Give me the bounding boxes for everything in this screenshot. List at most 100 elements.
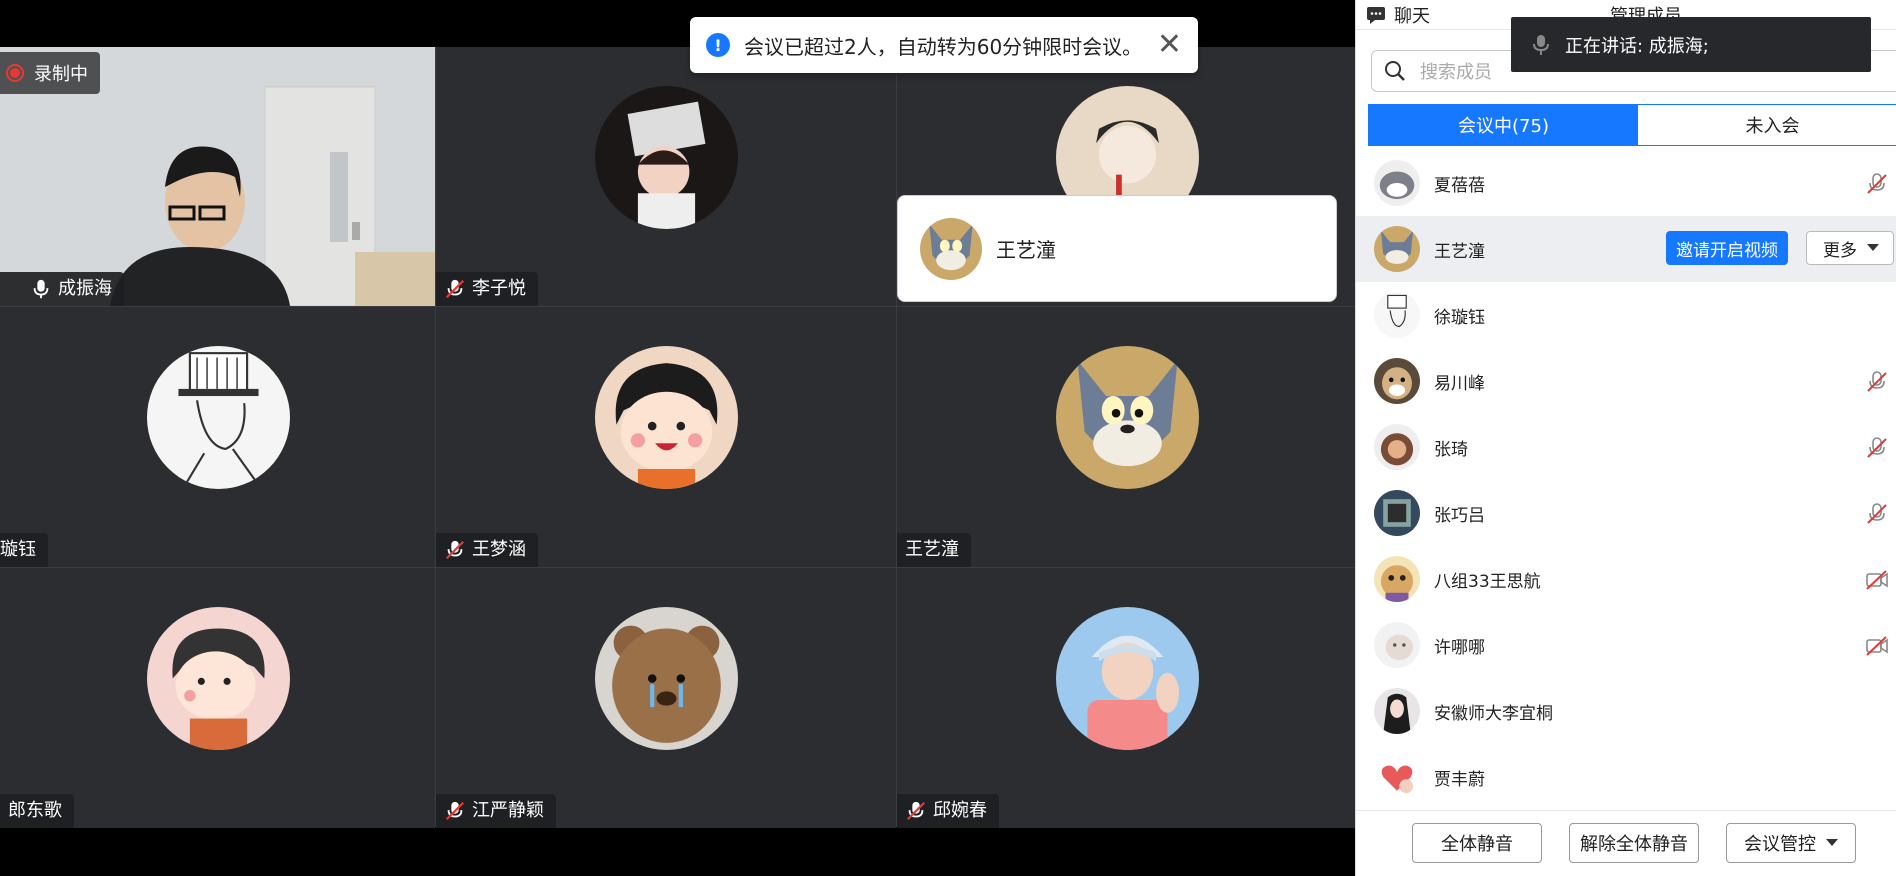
- avatar: [1374, 754, 1420, 800]
- name-tag: 江严静颖: [436, 794, 556, 828]
- avatar: [1374, 160, 1420, 206]
- member-name: 许哪哪: [1434, 637, 1485, 658]
- tab-chat[interactable]: 聊天: [1356, 2, 1440, 28]
- name-tag: 李子悦: [436, 272, 538, 306]
- list-item[interactable]: 徐璇钰: [1356, 282, 1896, 348]
- panel-footer: 全体静音 解除全体静音 会议管控: [1356, 810, 1896, 876]
- list-item[interactable]: 贾丰蔚: [1356, 744, 1896, 810]
- tab-chat-label: 聊天: [1394, 5, 1430, 27]
- avatar: [1374, 226, 1420, 272]
- name-tag: 邱婉春: [897, 794, 999, 828]
- participant-hover-card[interactable]: 王艺潼: [897, 195, 1337, 302]
- member-list: 夏蓓蓓 王艺潼 邀请开启视频 更多 徐璇钰 易川峰 张琦 张巧吕 八组33王思航…: [1356, 150, 1896, 810]
- tab-in-meeting[interactable]: 会议中(75): [1369, 105, 1638, 145]
- video-off-icon: [1866, 570, 1888, 590]
- mic-muted-icon: [1867, 437, 1887, 458]
- close-icon[interactable]: ✕: [1157, 30, 1182, 60]
- mic-muted-icon: [1867, 503, 1887, 524]
- video-tile[interactable]: 王梦涵: [436, 307, 896, 567]
- name-tag: 璇钰: [0, 533, 48, 567]
- search-icon: [1385, 61, 1405, 81]
- list-item[interactable]: 张巧吕: [1356, 480, 1896, 546]
- list-item[interactable]: 王艺潼 邀请开启视频 更多: [1356, 216, 1896, 282]
- avatar: [1374, 358, 1420, 404]
- avatar: [1056, 607, 1199, 750]
- participant-name: 成振海: [58, 278, 112, 299]
- member-name: 徐璇钰: [1434, 307, 1485, 328]
- speaking-text: 正在讲话: 成振海;: [1565, 35, 1709, 57]
- recording-badge[interactable]: 录制中: [0, 52, 100, 94]
- tab-not-joined[interactable]: 未入会: [1638, 105, 1896, 145]
- invite-video-button[interactable]: 邀请开启视频: [1666, 231, 1788, 265]
- video-tile[interactable]: 璇钰: [0, 307, 435, 567]
- list-item[interactable]: 八组33王思航: [1356, 546, 1896, 612]
- avatar: [1374, 424, 1420, 470]
- mic-muted-icon: [445, 801, 465, 821]
- member-filter-tabs: 会议中(75) 未入会: [1368, 104, 1896, 146]
- member-name: 易川峰: [1434, 373, 1485, 394]
- notice-toast: ! 会议已超过2人，自动转为60分钟限时会议。 ✕: [690, 17, 1198, 73]
- name-tag: 郎东歌: [0, 794, 74, 828]
- mic-muted-icon: [445, 279, 465, 299]
- participant-name: 郎东歌: [8, 800, 62, 821]
- recording-label: 录制中: [34, 64, 88, 85]
- video-tile[interactable]: 郎东歌: [0, 568, 435, 828]
- video-tile[interactable]: 江严静颖: [436, 568, 896, 828]
- participant-name: 王艺潼: [905, 539, 959, 560]
- chat-icon: [1367, 6, 1385, 24]
- participant-name: 璇钰: [0, 539, 36, 560]
- avatar: [595, 86, 738, 229]
- avatar: [1374, 556, 1420, 602]
- avatar: [146, 607, 290, 750]
- meeting-control-label: 会议管控: [1744, 834, 1816, 855]
- list-item[interactable]: 许哪哪: [1356, 612, 1896, 678]
- video-tile-self[interactable]: 录制中 成振海: [0, 47, 435, 306]
- list-item[interactable]: 张琦: [1356, 414, 1896, 480]
- name-tag: 成振海: [0, 272, 124, 306]
- name-tag: 王梦涵: [436, 533, 538, 567]
- list-item[interactable]: 夏蓓蓓: [1356, 150, 1896, 216]
- member-name: 贾丰蔚: [1434, 769, 1485, 790]
- name-tag: 王艺潼: [897, 533, 971, 567]
- hover-card-name: 王艺潼: [996, 238, 1056, 262]
- video-tile[interactable]: 李子悦: [436, 47, 896, 306]
- mic-icon: [1533, 34, 1549, 55]
- unmute-all-button[interactable]: 解除全体静音: [1569, 823, 1699, 863]
- list-item[interactable]: 安徽师大李宜桐: [1356, 678, 1896, 744]
- avatar: [595, 346, 738, 489]
- search-placeholder: 搜索成员: [1420, 62, 1492, 83]
- avatar: [595, 607, 738, 750]
- video-tile[interactable]: 邱婉春: [897, 568, 1357, 828]
- toast-message: 会议已超过2人，自动转为60分钟限时会议。: [744, 34, 1143, 59]
- member-name: 安徽师大李宜桐: [1434, 703, 1553, 724]
- chevron-down-icon: [1867, 244, 1879, 251]
- member-name: 八组33王思航: [1434, 571, 1541, 592]
- mute-all-button[interactable]: 全体静音: [1412, 823, 1542, 863]
- avatar: [1056, 346, 1199, 489]
- mic-muted-icon: [1867, 173, 1887, 194]
- more-button[interactable]: 更多: [1806, 231, 1894, 265]
- avatar: [146, 346, 290, 489]
- member-name: 张琦: [1434, 439, 1468, 460]
- meeting-control-button[interactable]: 会议管控: [1726, 823, 1856, 863]
- speaking-indicator: 正在讲话: 成振海;: [1511, 17, 1871, 72]
- participant-name: 江严静颖: [472, 800, 544, 821]
- mic-muted-icon: [445, 540, 465, 560]
- list-item[interactable]: 易川峰: [1356, 348, 1896, 414]
- video-off-icon: [1866, 636, 1888, 656]
- video-tile[interactable]: 王艺潼: [897, 307, 1357, 567]
- avatar: [1374, 688, 1420, 734]
- avatar: [1374, 490, 1420, 536]
- avatar: [1374, 622, 1420, 668]
- participant-name: 李子悦: [472, 278, 526, 299]
- video-area: 录制中 成振海 李子悦 璇钰 王梦涵 王艺潼 郎东歌 江严静颖 邱婉春 ! 会议…: [0, 0, 1357, 876]
- video-grid: 录制中 成振海 李子悦 璇钰 王梦涵 王艺潼 郎东歌 江严静颖 邱婉春: [0, 47, 1357, 828]
- chevron-down-icon: [1826, 839, 1838, 846]
- participant-name: 王梦涵: [472, 539, 526, 560]
- members-panel: 聊天 管理成员 搜索成员 正在讲话: 成振海; 会议中(75) 未入会 夏蓓蓓 …: [1355, 0, 1896, 876]
- mic-icon: [30, 278, 52, 300]
- info-icon: !: [706, 33, 730, 57]
- member-name: 王艺潼: [1434, 241, 1485, 262]
- mic-muted-icon: [1867, 371, 1887, 392]
- member-name: 张巧吕: [1434, 505, 1485, 526]
